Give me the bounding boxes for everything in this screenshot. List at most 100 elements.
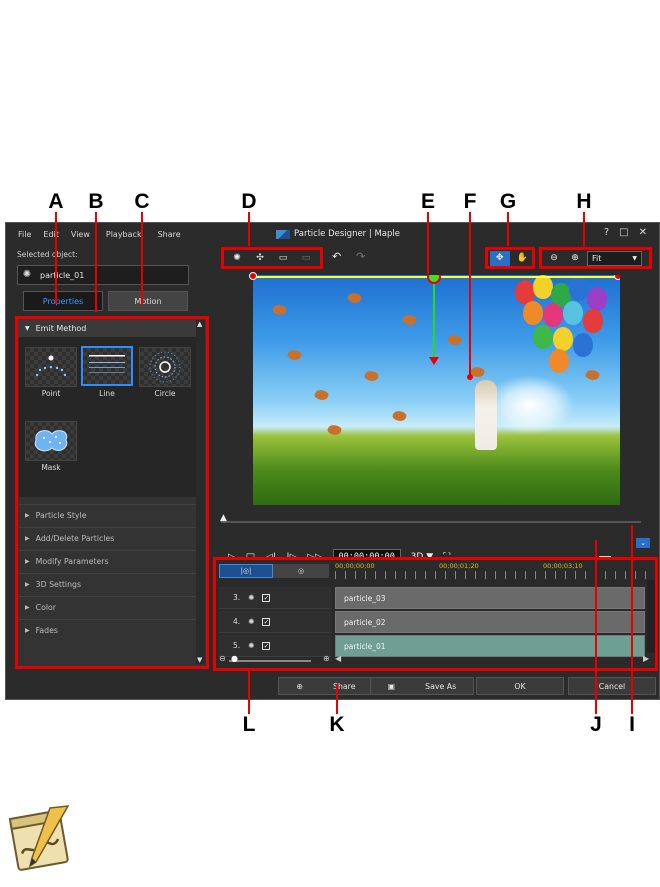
save-icon: ▣ [387,681,396,691]
timeline-mode-a-icon[interactable]: |◎| [219,564,273,578]
track-header[interactable]: 4. ✺ ✓ [219,611,331,633]
leader-line-d [248,212,250,246]
section-3d-settings[interactable]: ▶ 3D Settings [19,573,198,595]
track-clip[interactable]: particle_02 [335,611,645,633]
emit-line-label: Line [99,389,115,398]
save-as-button[interactable]: ▣ Save As [370,677,474,695]
properties-scrollbar[interactable]: ▲ ▼ [196,320,205,664]
undo-icon[interactable]: ↶ [332,250,341,263]
section-color[interactable]: ▶ Color [19,596,198,618]
emit-circle-option[interactable] [139,347,191,387]
track-header[interactable]: 3. ✺ ✓ [219,587,331,609]
app-logo-icon [276,229,290,239]
emit-method-header[interactable]: ▼ Emit Method [18,319,206,337]
help-button[interactable]: ? [604,227,609,238]
timeline-mode-b-icon[interactable]: ◎ [273,564,329,578]
delete-object-icon[interactable]: ▭ [296,251,316,266]
menu-share[interactable]: Share [158,230,181,239]
zoom-slider-knob-icon[interactable]: ● [231,654,238,663]
zoom-level-select[interactable]: Fit ▼ [587,250,642,266]
leader-line-h [583,212,585,246]
line-emit-icon [89,355,125,373]
move-mode-icon[interactable]: ✥ [490,250,510,266]
chevron-down-icon: ▼ [632,254,637,262]
menu-playback[interactable]: Playback [106,230,142,239]
zoom-in-icon[interactable]: ⊕ [566,251,584,266]
redo-icon[interactable]: ↷ [356,250,365,263]
callout-g: G [499,190,517,213]
emit-circle-label: Circle [154,389,176,398]
track-visibility-checkbox[interactable]: ✓ [262,617,271,626]
emit-line-start-handle[interactable] [249,272,257,280]
leaf-particle [286,347,303,363]
expand-timeline-icon[interactable]: ⌄ [636,538,650,548]
expand-triangle-icon: ▶ [25,581,30,588]
track-number: 3. [233,593,241,602]
timeline-scroll-left-icon[interactable]: ◀ [335,654,341,663]
emit-line-option[interactable] [81,346,133,386]
add-image-object-icon[interactable]: ✣ [250,251,270,266]
mask-emit-icon [34,430,68,452]
emit-line-end-handle[interactable] [614,275,620,280]
track-clip[interactable]: particle_01 [335,635,645,657]
preview-window[interactable] [253,275,620,505]
timeline-scroll-right-icon[interactable]: ▶ [643,654,649,663]
leaf-particle [363,368,380,384]
cancel-button[interactable]: Cancel [568,677,656,695]
close-button[interactable]: ✕ [639,227,647,238]
callout-k: K [329,713,345,736]
balloon [549,349,569,373]
screenshot-stage: A B C D E F G H L K J I File Edit View P… [0,0,660,887]
timeline-panel: |◎| ◎ 00;00;00;00 00;00;01;20 00;00;03;1… [213,557,658,671]
emit-point-option[interactable] [25,347,77,387]
ok-button[interactable]: OK [476,677,564,695]
callout-a: A [48,190,64,213]
leader-line-i [631,525,633,714]
balloon [533,325,553,349]
section-particle-style[interactable]: ▶ Particle Style [19,504,198,526]
add-frame-icon[interactable]: ▭ [273,251,293,266]
timeline-zoom-out-icon[interactable]: ⊖ [219,654,226,663]
zoom-level-value: Fit [592,253,602,263]
leader-line-j [595,540,597,714]
hand-pan-icon[interactable]: ✋ [513,251,533,266]
timeline-scrollbar[interactable] [647,580,655,653]
scrub-knob-icon[interactable]: ▲ [220,513,227,523]
scrub-track[interactable] [221,521,641,523]
section-fades[interactable]: ▶ Fades [19,619,198,641]
scroll-down-icon[interactable]: ▼ [197,656,202,664]
left-panel: Selected object: ✺ particle_01 Propertie… [11,247,211,669]
timeline-zoom-bar: ⊖ ● ⊕ ◀ ▶ [219,654,656,666]
emit-point-label: Point [41,389,61,398]
direction-arrowhead-icon[interactable] [429,357,439,365]
maximize-button[interactable]: □ [619,227,628,238]
track-clip[interactable]: particle_03 [335,587,645,609]
leaf-particle [391,408,408,424]
timeline-zoom-slider[interactable] [229,660,311,662]
add-particle-icon[interactable]: ✺ [227,251,247,266]
callout-e: E [420,190,435,213]
emit-method-options: Point Line Circle Mask [19,337,198,497]
emit-center-handle[interactable] [427,275,441,284]
emit-mask-option[interactable] [25,421,77,461]
menu-view[interactable]: View [71,230,90,239]
selected-object-field[interactable]: ✺ particle_01 [17,265,189,285]
timeline-view-toggle: |◎| ◎ [219,564,331,578]
timeline-ruler[interactable]: 00;00;00;00 00;00;01;20 00;00;03;10 [335,562,647,580]
menu-file[interactable]: File [18,230,31,239]
tab-properties[interactable]: Properties [23,291,103,311]
globe-icon: ⊕ [296,681,304,691]
section-add-delete-particles[interactable]: ▶ Add/Delete Particles [19,527,198,549]
tab-motion[interactable]: Motion [108,291,188,311]
timeline-zoom-in-icon[interactable]: ⊕ [323,654,330,663]
sun-glow [485,375,575,435]
track-visibility-checkbox[interactable]: ✓ [262,641,271,650]
section-modify-parameters[interactable]: ▶ Modify Parameters [19,550,198,572]
ruler-label: 00;00;00;00 [335,562,375,570]
emit-mask-label: Mask [41,463,61,472]
scroll-up-icon[interactable]: ▲ [197,320,202,328]
zoom-out-icon[interactable]: ⊖ [545,251,563,266]
share-button[interactable]: ⊕ Share [278,677,374,695]
track-visibility-checkbox[interactable]: ✓ [262,593,271,602]
collapse-triangle-icon: ▼ [25,324,30,332]
